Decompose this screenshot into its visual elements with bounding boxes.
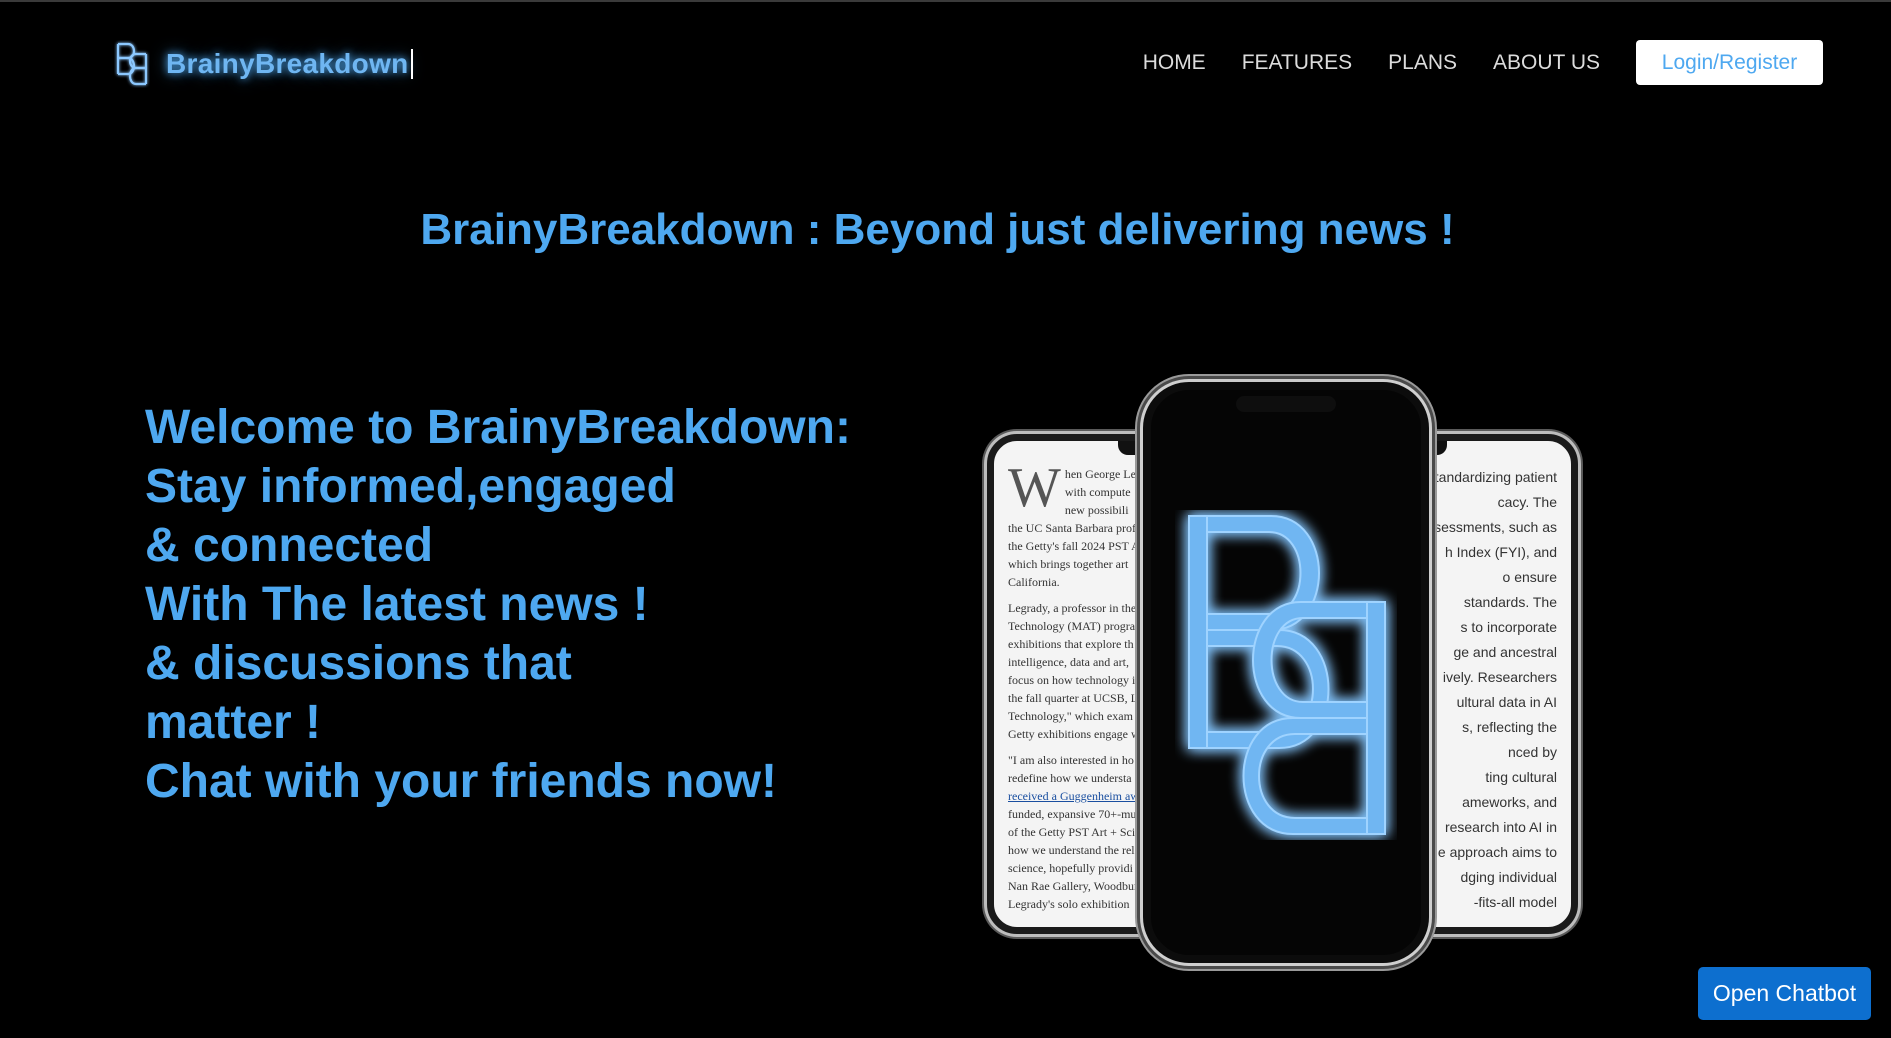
tagline-line: & connected: [145, 519, 434, 572]
tagline-line: matter !: [145, 696, 322, 749]
phones-mockup: W hen George Le with compute new possibili…: [985, 382, 1585, 972]
phone-speaker-notch: [1236, 396, 1336, 412]
dropcap: W: [1008, 457, 1061, 519]
hero-title-text: BrainyBreakdown : Beyond just delivering…: [420, 205, 1455, 254]
tagline-line: Chat with your friends now!: [145, 755, 777, 808]
hero-title: BrainyBreakdown : Beyond just delivering…: [0, 205, 1891, 255]
brand-name: BrainyBreakdown: [166, 48, 409, 79]
tagline-line: & discussions that: [145, 637, 572, 690]
nav-about-us[interactable]: ABOUT US: [1493, 51, 1600, 75]
tagline-line: With The latest news !: [145, 578, 649, 631]
nav-plans[interactable]: PLANS: [1388, 51, 1457, 75]
login-register-button[interactable]: Login/Register: [1636, 40, 1823, 85]
hero-tagline: Welcome to BrainyBreakdown: Stay informe…: [145, 398, 851, 811]
text-caret: [410, 49, 413, 79]
nav-features[interactable]: FEATURES: [1242, 51, 1352, 75]
top-border: [0, 0, 1891, 2]
tagline-line: Welcome to BrainyBreakdown:: [145, 401, 851, 454]
tagline-line: Stay informed,engaged: [145, 460, 676, 513]
phone-front: [1143, 382, 1429, 963]
bb-monogram-icon: [116, 42, 148, 86]
brand[interactable]: BrainyBreakdown: [114, 40, 413, 88]
open-chatbot-button[interactable]: Open Chatbot: [1698, 967, 1871, 1020]
bb-monogram-glow-icon: [1188, 515, 1386, 835]
nav-home[interactable]: HOME: [1143, 51, 1206, 75]
main-nav: HOME FEATURES PLANS ABOUT US Login/Regis…: [1143, 40, 1823, 85]
